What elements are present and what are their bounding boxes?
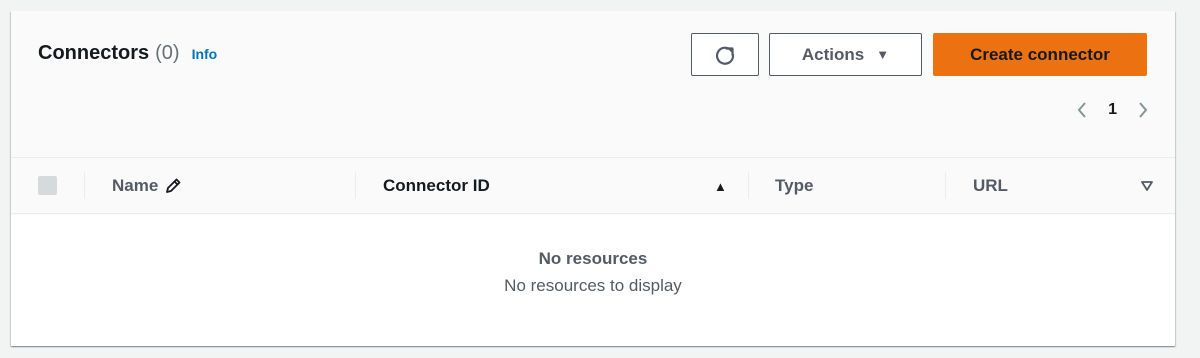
column-divider [84,172,85,199]
current-page-number[interactable]: 1 [1108,101,1117,119]
chevron-right-icon[interactable] [1137,101,1149,119]
sort-ascending-icon[interactable]: ▲ [714,158,727,214]
title-text: Connectors [38,42,150,64]
chevron-left-icon[interactable] [1076,101,1088,119]
column-divider [748,172,749,199]
column-label-name: Name [112,176,159,195]
info-link[interactable]: Info [192,46,218,62]
column-label-url: URL [973,176,1008,195]
connectors-panel: Connectors (0) Info Actions ▼ Create con… [11,11,1175,346]
column-divider [945,172,946,199]
column-label-connector-id: Connector ID [383,176,490,195]
column-header-name[interactable]: Name [112,158,182,214]
refresh-icon [714,44,736,66]
column-label-type: Type [775,176,814,195]
table-header: Name Connector ID ▲ Type URL [11,158,1175,214]
select-all-checkbox[interactable] [38,176,57,195]
table-body: No resources No resources to display [11,215,1175,346]
create-connector-label: Create connector [970,44,1110,64]
empty-state-message: No resources to display [504,276,682,295]
column-header-url[interactable]: URL [973,158,1008,214]
panel-header: Connectors (0) Info Actions ▼ Create con… [11,11,1175,158]
column-header-type[interactable]: Type [775,158,813,214]
empty-state-title: No resources [538,249,648,268]
resource-count: (0) [155,42,180,64]
edit-pencil-icon [164,177,182,195]
refresh-button[interactable] [691,33,759,76]
pagination: 1 [1076,101,1149,119]
caret-down-icon: ▼ [876,47,890,62]
sort-toggle-icon[interactable] [1141,158,1153,214]
page-title: Connectors (0) Info [38,42,217,65]
create-connector-button[interactable]: Create connector [933,33,1147,76]
actions-label: Actions [801,44,865,64]
actions-dropdown-button[interactable]: Actions ▼ [769,33,922,76]
column-divider [355,172,356,199]
column-header-connector-id[interactable]: Connector ID [383,158,490,214]
